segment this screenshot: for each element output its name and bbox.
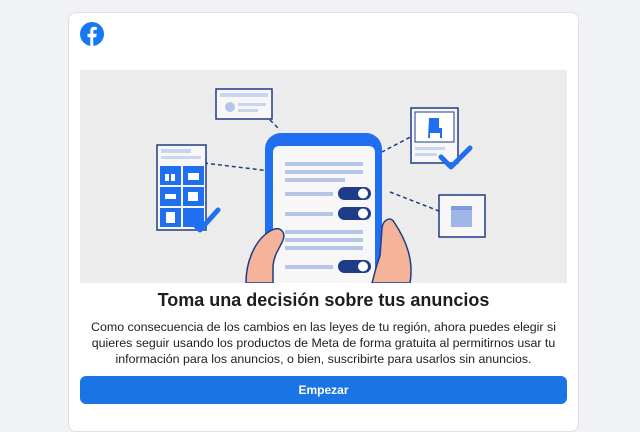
start-button[interactable]: Empezar	[80, 376, 567, 404]
phone-illustration	[265, 133, 382, 283]
dialog-headline: Toma una decisión sobre tus anuncios	[157, 290, 490, 310]
facebook-logo-icon	[80, 22, 104, 46]
dialog-description: Como consecuencia de los cambios en las …	[91, 320, 556, 366]
product-grid-illustration	[156, 144, 207, 231]
ad-choice-dialog: Toma una decisión sobre tus anuncios Com…	[68, 12, 579, 432]
profile-card-illustration	[215, 88, 273, 120]
chair-card-illustration	[410, 107, 459, 164]
box-card-illustration	[438, 194, 486, 238]
hero-illustration	[80, 70, 567, 283]
